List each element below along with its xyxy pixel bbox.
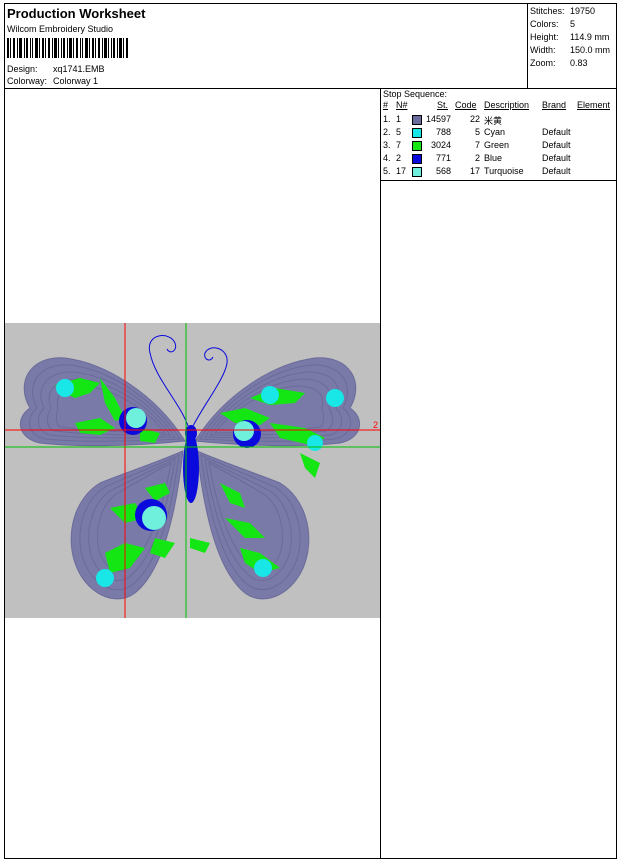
row-3-color-swatch <box>412 141 422 151</box>
colors-value: 5 <box>570 19 576 29</box>
stop-sequence-box: Stop Sequence: # N# St. Code Description… <box>381 88 617 181</box>
row-4-code: 2 <box>474 153 480 163</box>
col-header-description: Description <box>484 100 530 110</box>
barcode <box>7 38 128 58</box>
width-value: 150.0 mm <box>570 45 611 55</box>
row-1-num: 1. <box>383 114 391 124</box>
row-4-num: 4. <box>383 153 391 163</box>
design-row: Design: xq1741.EMB <box>7 64 105 74</box>
stats-panel: Stitches: 19750 Colors: 5 Height: 114.9 mm … <box>527 4 617 88</box>
row-3-description: Green <box>484 140 510 150</box>
width-row: Width: 150.0 mm <box>530 45 610 55</box>
height-value: 114.9 mm <box>570 32 610 42</box>
col-header-brand: Brand <box>542 100 567 110</box>
height-label: Height: <box>530 32 559 42</box>
row-5-brand: Default <box>542 166 571 176</box>
row-4-description: Blue <box>484 153 503 163</box>
col-header-st: St. <box>437 100 449 110</box>
row-3-n: 7 <box>396 140 402 150</box>
zoom-label: Zoom: <box>530 58 556 68</box>
row-5-description: Turquoise <box>484 166 524 176</box>
height-row: Height: 114.9 mm <box>530 32 609 42</box>
row-3-stitches: 3024 <box>430 140 451 150</box>
stitches-label: Stitches: <box>530 6 565 16</box>
row-2-description: Cyan <box>484 127 506 137</box>
software-name: Wilcom Embroidery Studio <box>7 24 114 34</box>
butterfly-body <box>183 425 199 503</box>
row-2-color-swatch <box>412 128 422 138</box>
row-2-n: 5 <box>396 127 402 137</box>
row-4-color-swatch <box>412 154 422 164</box>
colorway-row: Colorway: Colorway 1 <box>7 76 98 86</box>
col-header-element: Element <box>577 100 611 110</box>
col-header-code: Code <box>455 100 477 110</box>
colorway-label: Colorway: <box>7 76 48 86</box>
guide-marker-label: 2 <box>373 420 378 430</box>
row-2-num: 2. <box>383 127 391 137</box>
row-4-brand: Default <box>542 153 571 163</box>
design-preview: 2 <box>5 323 380 618</box>
row-2-stitches: 788 <box>435 127 451 137</box>
col-header-n: N# <box>396 100 408 110</box>
row-3-num: 3. <box>383 140 391 150</box>
zoom-row: Zoom: 0.83 <box>530 58 588 68</box>
row-5-code: 17 <box>469 166 480 176</box>
row-5-num: 5. <box>383 166 391 176</box>
right-panel: Stop Sequence: # N# St. Code Description… <box>380 88 617 858</box>
row-5-stitches: 568 <box>435 166 451 176</box>
row-1-code: 22 <box>469 114 480 124</box>
page-title: Production Worksheet <box>7 6 146 21</box>
row-2-code: 5 <box>474 127 480 137</box>
row-1-stitches: 14597 <box>425 114 451 124</box>
stitches-value: 19750 <box>570 6 596 16</box>
col-header-num: # <box>383 100 389 110</box>
row-1-color-swatch <box>412 115 422 125</box>
design-value: xq1741.EMB <box>53 64 105 74</box>
row-1-description: 米黄 <box>484 116 503 126</box>
worksheet-page: Production Worksheet Wilcom Embroidery S… <box>4 3 617 859</box>
row-3-code: 7 <box>474 140 480 150</box>
stitches-row: Stitches: 19750 <box>530 6 595 16</box>
row-4-stitches: 771 <box>435 153 451 163</box>
row-3-brand: Default <box>542 140 571 150</box>
design-label: Design: <box>7 64 38 74</box>
butterfly-design: 2 <box>5 323 380 618</box>
row-1-n: 1 <box>396 114 402 124</box>
width-label: Width: <box>530 45 556 55</box>
stop-sequence-title: Stop Sequence: <box>383 89 448 99</box>
worksheet-header: Production Worksheet Wilcom Embroidery S… <box>5 4 616 89</box>
row-2-brand: Default <box>542 127 571 137</box>
row-4-n: 2 <box>396 153 402 163</box>
colors-label: Colors: <box>530 19 559 29</box>
row-5-color-swatch <box>412 167 422 177</box>
colorway-value: Colorway 1 <box>53 76 99 86</box>
row-5-n: 17 <box>396 166 407 176</box>
zoom-value: 0.83 <box>570 58 588 68</box>
colors-row: Colors: 5 <box>530 19 575 29</box>
